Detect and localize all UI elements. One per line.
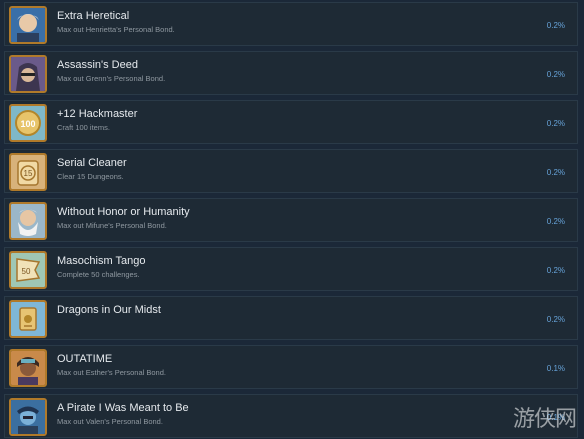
achievement-description: Max out Grenn's Personal Bond.	[57, 74, 166, 83]
unlock-percentage: 0.2%	[546, 119, 565, 128]
badge-15-icon: 15	[9, 153, 47, 191]
achievement-row[interactable]: 50 Masochism Tango Complete 50 challenge…	[4, 247, 578, 291]
achievement-description: Max out Esther's Personal Bond.	[57, 368, 166, 377]
unlock-percentage: 0.1%	[546, 364, 565, 373]
achievement-description: Clear 15 Dungeons.	[57, 172, 124, 181]
achievement-row[interactable]: A Pirate I Was Meant to Be Max out Valen…	[4, 394, 578, 438]
dragon-scroll-icon	[9, 300, 47, 338]
achievement-name: Without Honor or Humanity	[57, 206, 190, 218]
unlock-percentage: 0.2%	[546, 21, 565, 30]
grenn-portrait-icon	[9, 55, 47, 93]
achievement-row[interactable]: Extra Heretical Max out Henrietta's Pers…	[4, 2, 578, 46]
unlock-percentage: 0.2%	[546, 168, 565, 177]
achievement-name: Assassin's Deed	[57, 59, 138, 71]
achievement-description: Max out Valen's Personal Bond.	[57, 417, 163, 426]
achievement-row[interactable]: OUTATIME Max out Esther's Personal Bond.…	[4, 345, 578, 389]
badge-number: 50	[22, 267, 31, 276]
achievement-name: A Pirate I Was Meant to Be	[57, 402, 189, 414]
achievement-name: Serial Cleaner	[57, 157, 127, 169]
achievement-description: Max out Henrietta's Personal Bond.	[57, 25, 175, 34]
mifune-portrait-icon	[9, 202, 47, 240]
henrietta-portrait-icon	[9, 6, 47, 44]
achievement-name: Extra Heretical	[57, 10, 130, 22]
achievement-description: Craft 100 items.	[57, 123, 110, 132]
badge-100-icon: 100	[9, 104, 47, 142]
achievement-name: +12 Hackmaster	[57, 108, 138, 120]
unlock-percentage: 0.2%	[546, 315, 565, 324]
achievement-row[interactable]: Without Honor or Humanity Max out Mifune…	[4, 198, 578, 242]
badge-number: 15	[24, 169, 33, 178]
valen-portrait-icon	[9, 398, 47, 436]
achievement-name: OUTATIME	[57, 353, 113, 365]
achievement-description: Max out Mifune's Personal Bond.	[57, 221, 167, 230]
achievement-name: Dragons in Our Midst	[57, 304, 161, 316]
flag-50-icon: 50	[9, 251, 47, 289]
esther-portrait-icon	[9, 349, 47, 387]
achievement-row[interactable]: 100 +12 Hackmaster Craft 100 items. 0.2%	[4, 100, 578, 144]
unlock-percentage: 0.2%	[546, 217, 565, 226]
achievement-description: Complete 50 challenges.	[57, 270, 140, 279]
achievement-row[interactable]: 15 Serial Cleaner Clear 15 Dungeons. 0.2…	[4, 149, 578, 193]
achievement-row[interactable]: Assassin's Deed Max out Grenn's Personal…	[4, 51, 578, 95]
unlock-percentage: 0.2%	[546, 266, 565, 275]
achievement-name: Masochism Tango	[57, 255, 146, 267]
achievement-row[interactable]: Dragons in Our Midst 0.2%	[4, 296, 578, 340]
unlock-percentage: 0.2%	[546, 70, 565, 79]
site-watermark: 游侠网	[512, 407, 577, 432]
badge-number: 100	[20, 119, 35, 129]
